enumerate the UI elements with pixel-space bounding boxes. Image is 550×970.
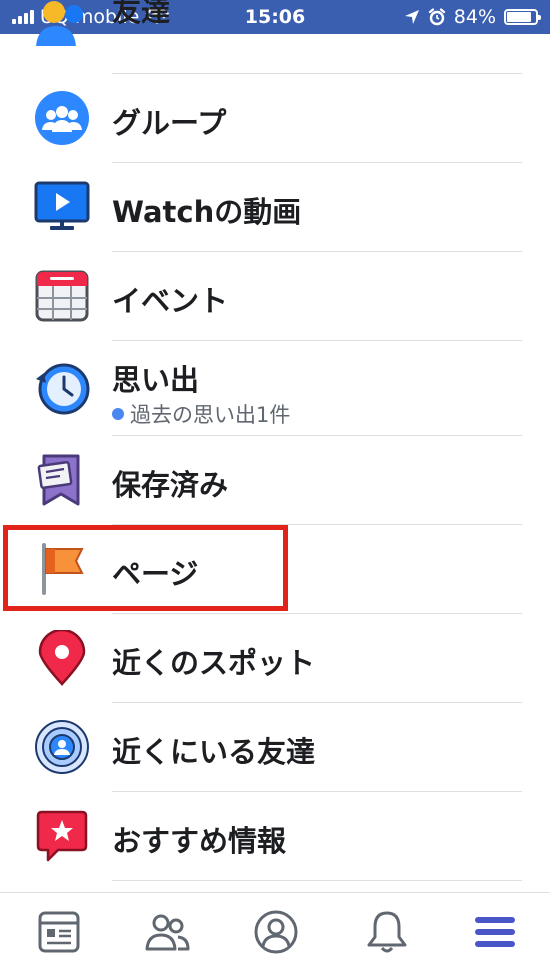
menu-item-label: グループ [112,106,227,140]
menu-hamburger-icon[interactable] [470,907,520,957]
divider [112,880,522,881]
news-feed-icon[interactable] [34,907,84,957]
menu-item-groups[interactable]: グループ [0,74,550,162]
memories-count-text: 過去の思い出1件 [130,403,291,427]
recommendations-star-icon [36,810,88,862]
friends-requests-icon[interactable] [142,907,192,957]
friends-icon [36,1,83,46]
menu-item-watch[interactable]: Watchの動画 [0,163,550,251]
highlight-box [3,525,288,611]
groups-icon [35,91,89,145]
profile-icon[interactable] [251,907,301,957]
menu-item-label: 思い出 [112,363,200,397]
menu-item-label: 保存済み [112,468,229,502]
menu-item-recommendations[interactable]: おすすめ情報 [0,792,550,880]
menu-item-memories[interactable]: 思い出 過去の思い出1件 [0,341,550,435]
bottom-tab-bar [0,892,550,970]
menu-item-label: 近くにいる友達 [112,735,316,769]
menu-item-friends[interactable]: 友達 [0,0,550,74]
nearby-friends-icon [35,720,89,774]
menu-item-label: イベント [112,284,229,318]
new-memory-dot [112,408,124,420]
notifications-bell-icon[interactable] [362,907,412,957]
watch-video-icon [34,181,90,230]
saved-bookmark-icon [37,454,80,506]
menu-item-events[interactable]: イベント [0,252,550,340]
menu-item-saved[interactable]: 保存済み [0,436,550,524]
menu-item-label: Watchの動画 [112,195,302,229]
nearby-places-pin-icon [38,630,86,686]
menu-item-label: 友達 [112,0,171,28]
menu-item-nearby-friends[interactable]: 近くにいる友達 [0,703,550,791]
menu-item-label: 近くのスポット [112,646,316,680]
events-calendar-icon [35,270,89,322]
menu-item-nearby-places[interactable]: 近くのスポット [0,614,550,702]
memories-sublabel: 過去の思い出1件 [112,399,290,429]
memories-clock-icon [36,363,90,415]
menu-item-label: おすすめ情報 [112,824,287,858]
